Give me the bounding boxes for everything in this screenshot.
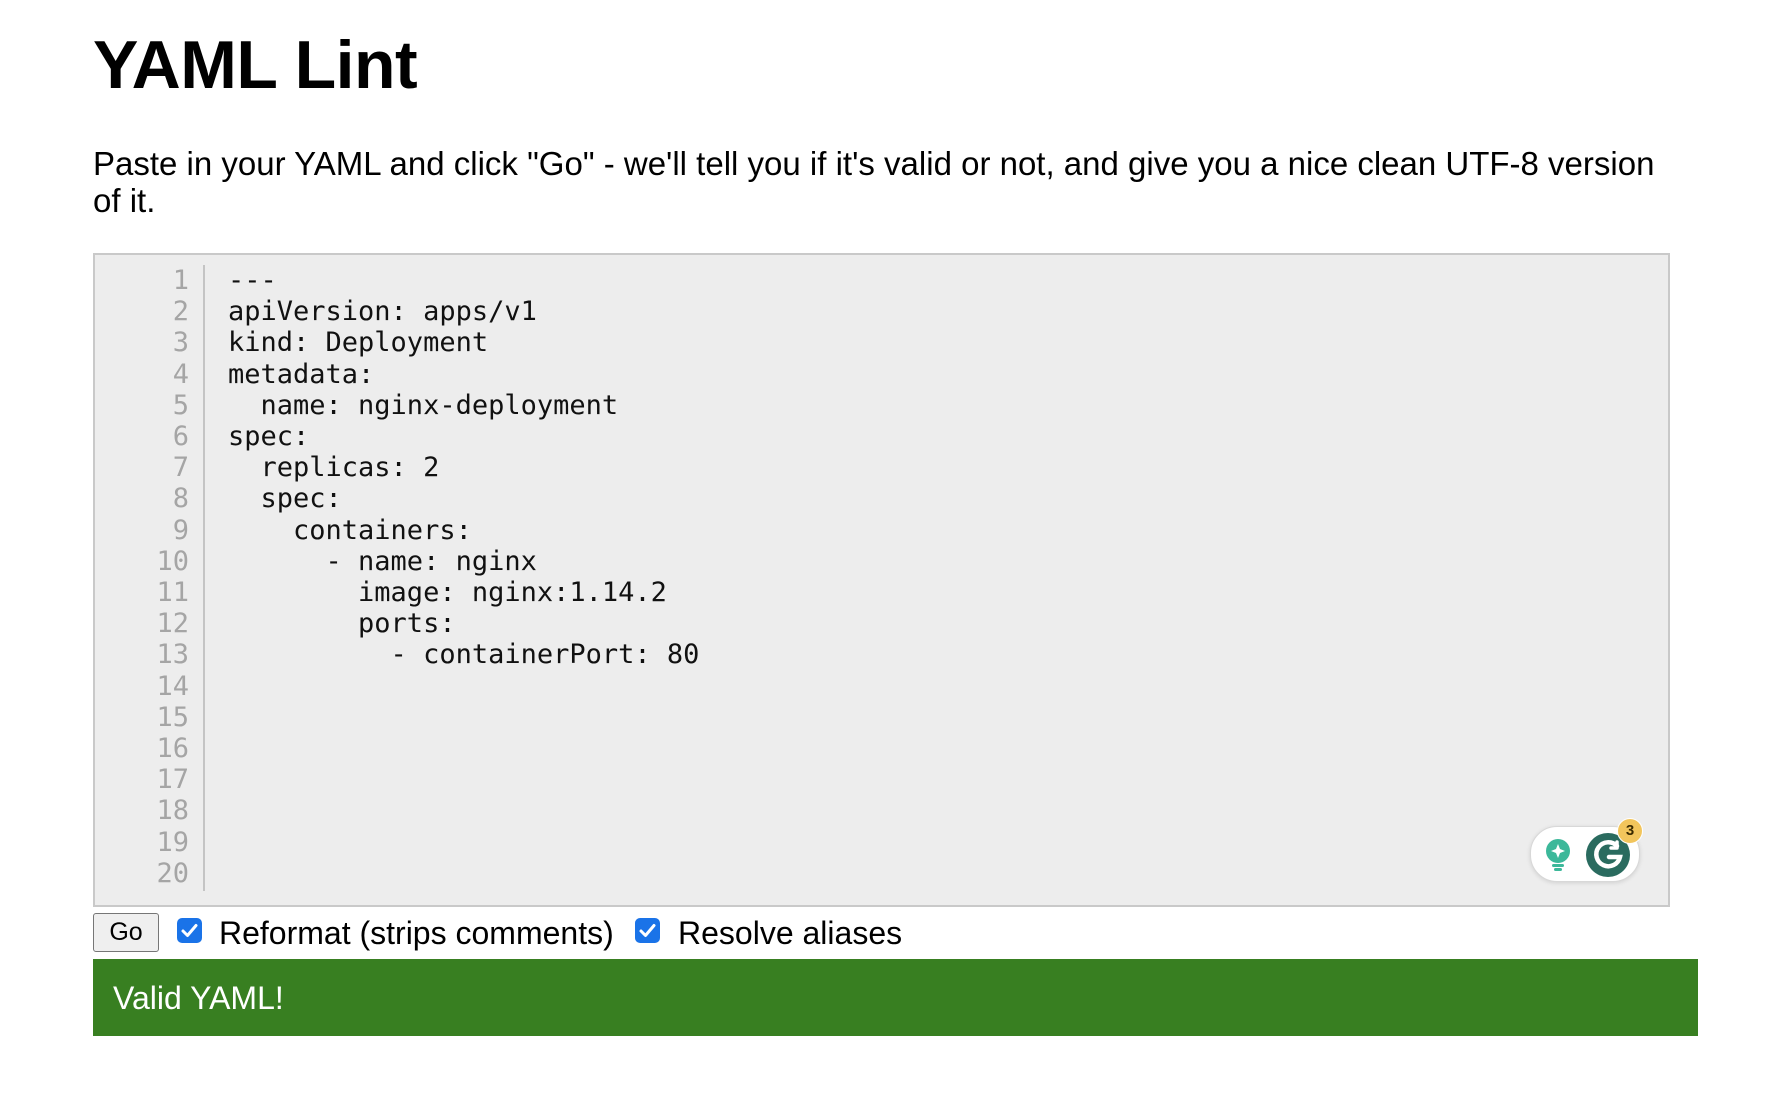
code-line[interactable]: - name: nginx: [228, 546, 537, 577]
line-number: 3: [172, 327, 189, 359]
line-number: 18: [156, 795, 189, 827]
checkmark-icon: [181, 924, 198, 937]
line-number: 16: [156, 733, 189, 764]
line-number: 17: [156, 764, 189, 796]
line-number: 20: [156, 857, 189, 889]
page-title: YAML Lint: [93, 27, 418, 103]
code-line[interactable]: image: nginx:1.14.2: [228, 577, 667, 608]
page: YAML Lint Paste in your YAML and click "…: [0, 0, 1792, 1118]
line-number: 7: [172, 452, 189, 484]
code-line[interactable]: spec:: [228, 421, 309, 452]
code-line[interactable]: replicas: 2: [228, 452, 440, 483]
code-line[interactable]: name: nginx-deployment: [228, 390, 619, 421]
grammarly-widget[interactable]: 3: [1530, 818, 1643, 882]
line-number: 5: [172, 389, 189, 421]
line-number: 2: [172, 296, 189, 328]
reformat-label[interactable]: Reformat (strips comments): [219, 914, 614, 952]
reformat-checkbox[interactable]: [177, 918, 202, 943]
code-line[interactable]: kind: Deployment: [228, 327, 488, 358]
yaml-editor[interactable]: 1 2 3 4 5 6 7 8 9 10 11 12 13 14 15 16 17 18 19 20 --- apiVe…: [93, 253, 1670, 907]
resolve-aliases-label[interactable]: Resolve aliases: [678, 914, 902, 952]
line-number: 11: [156, 577, 189, 608]
go-button[interactable]: Go: [93, 913, 159, 952]
validation-result-banner: Valid YAML!: [93, 959, 1698, 1036]
result-message: Valid YAML!: [113, 980, 284, 1016]
line-number: 13: [156, 639, 189, 671]
code-line[interactable]: containers:: [228, 515, 472, 546]
code-line[interactable]: - containerPort: 80: [228, 639, 700, 670]
notification-badge: 3: [1617, 818, 1643, 844]
checkmark-icon: [639, 924, 656, 937]
code-line[interactable]: spec:: [228, 483, 342, 514]
intro-text: Paste in your YAML and click "Go" - we'l…: [93, 145, 1655, 219]
line-number: 1: [172, 265, 189, 296]
line-number: 14: [156, 670, 189, 702]
lightbulb-icon[interactable]: [1543, 837, 1573, 873]
code-line[interactable]: apiVersion: apps/v1: [228, 296, 537, 327]
line-number: 10: [156, 545, 189, 577]
line-number-gutter: 1 2 3 4 5 6 7 8 9 10 11 12 13 14 15 16 17 18 19 20: [95, 265, 205, 891]
controls-bar: Go Reformat (strips comments) Resolve al…: [93, 911, 1093, 955]
code-line[interactable]: metadata:: [228, 359, 374, 390]
code-line[interactable]: ---: [228, 265, 277, 296]
line-number: 6: [172, 421, 189, 452]
code-line[interactable]: ports:: [228, 608, 456, 639]
line-number: 15: [156, 701, 189, 733]
resolve-aliases-checkbox[interactable]: [635, 918, 660, 943]
line-number: 12: [156, 608, 189, 640]
line-number: 4: [172, 358, 189, 390]
line-number: 19: [156, 826, 189, 858]
line-number: 8: [172, 483, 189, 515]
line-number: 9: [172, 514, 189, 546]
